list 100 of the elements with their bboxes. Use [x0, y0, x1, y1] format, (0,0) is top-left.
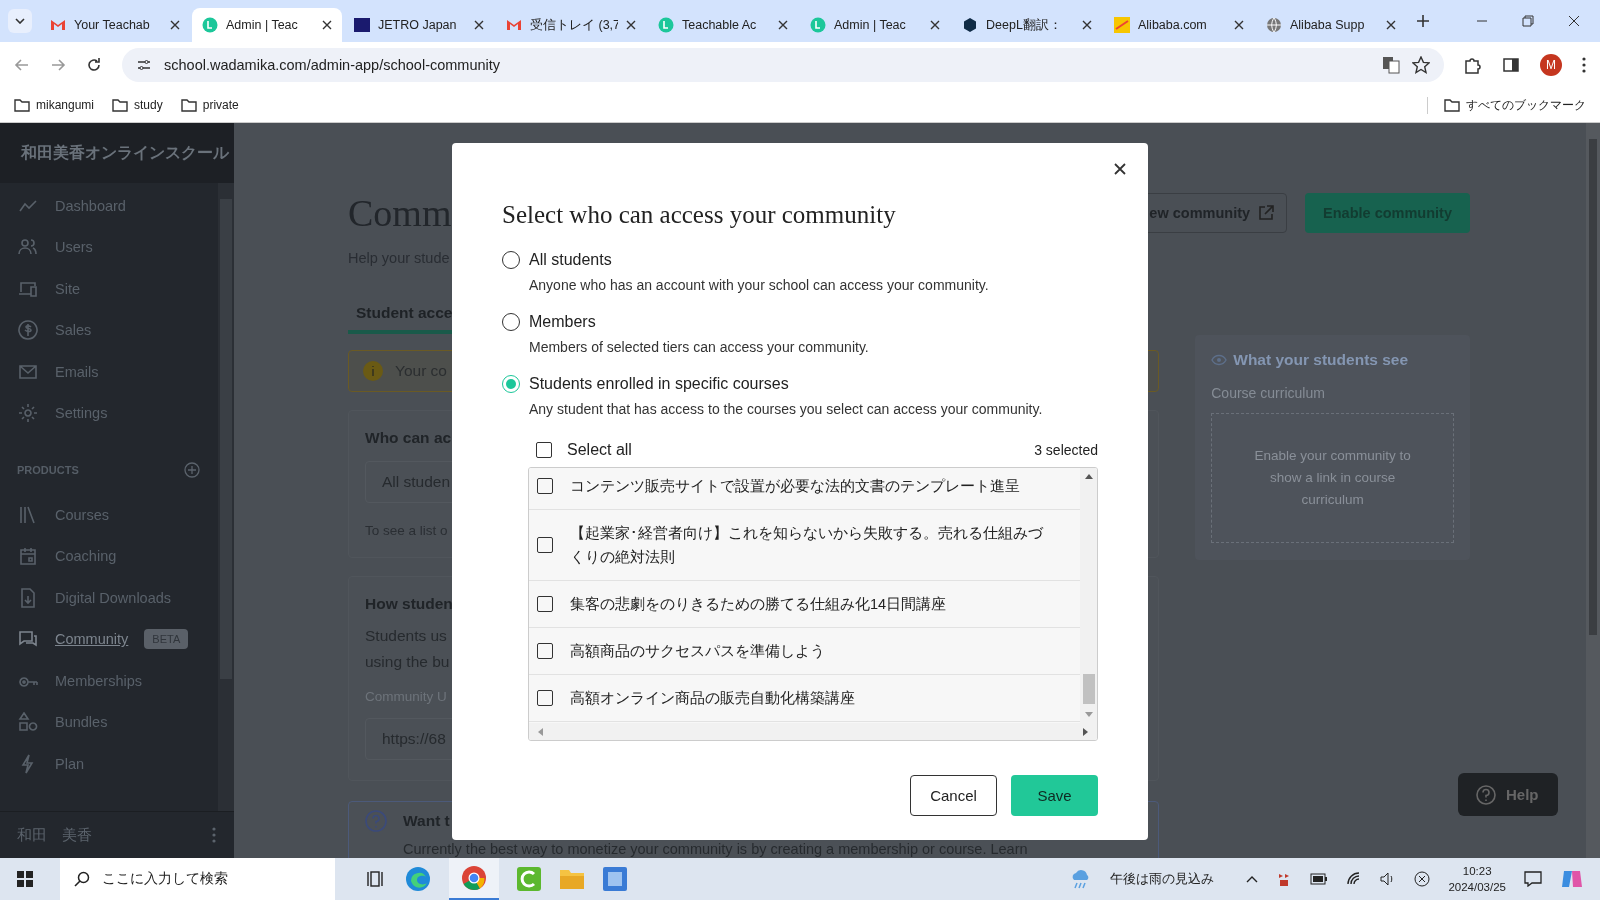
browser-tab[interactable]: Admin | Teac: [800, 8, 950, 42]
chevron-up-icon[interactable]: [1246, 875, 1259, 883]
taskbar-search-field[interactable]: ここに入力して検索: [60, 858, 335, 900]
restore-icon[interactable]: [1522, 15, 1534, 27]
close-icon[interactable]: [322, 20, 332, 30]
panel-heading: What your students see: [1233, 351, 1409, 369]
close-icon[interactable]: [1234, 20, 1244, 30]
bookmark-folder[interactable]: private: [180, 98, 239, 112]
cancel-circle-icon[interactable]: [1414, 871, 1431, 887]
bookmark-folder[interactable]: mikangumi: [14, 98, 95, 112]
site-icon: [1114, 17, 1130, 33]
profile-avatar[interactable]: M: [1540, 54, 1562, 76]
course-title[interactable]: 【起業家･経営者向け】これを知らないから失敗する。売れる仕組みづくりの絶対法則: [570, 521, 1050, 569]
mail-icon: [50, 17, 66, 33]
search-icon: [74, 871, 90, 887]
browser-tab[interactable]: Admin | Teac: [192, 8, 342, 42]
back-icon[interactable]: [14, 57, 30, 73]
browser-tab[interactable]: DeepL翻訳：: [952, 8, 1102, 42]
bookmark-folder[interactable]: study: [112, 98, 163, 112]
help-icon: [1476, 784, 1496, 805]
close-icon[interactable]: [1568, 15, 1580, 27]
browser-tab[interactable]: JETRO Japan: [344, 8, 494, 42]
browser-tab[interactable]: Teachable Ac: [648, 8, 798, 42]
save-button[interactable]: Save: [1011, 775, 1098, 816]
clock-time[interactable]: 10:23: [1462, 863, 1492, 879]
site-icon: [658, 17, 674, 33]
reload-icon[interactable]: [86, 57, 102, 73]
close-icon[interactable]: [1082, 20, 1092, 30]
weather-text[interactable]: 午後は雨の見込み: [1110, 870, 1215, 888]
close-icon[interactable]: [474, 20, 484, 30]
checkbox[interactable]: [537, 537, 553, 553]
close-icon[interactable]: [1386, 20, 1396, 30]
option-label[interactable]: Students enrolled in specific courses: [529, 375, 789, 393]
checkbox[interactable]: [537, 478, 553, 494]
option-label[interactable]: All students: [529, 251, 612, 269]
notification-icon[interactable]: [1524, 871, 1542, 887]
close-icon[interactable]: [1113, 162, 1127, 176]
checkbox[interactable]: [537, 596, 553, 612]
browser-tab[interactable]: Your Teachab: [40, 8, 190, 42]
dialog-title: Select who can access your community: [502, 201, 897, 229]
folder-icon: [14, 98, 30, 112]
close-icon[interactable]: [930, 20, 940, 30]
external-link-icon: [1258, 205, 1275, 221]
scrollbar[interactable]: [529, 723, 1097, 740]
course-title[interactable]: コンテンツ販売サイトで設置が必要な法的文書のテンプレート進呈: [570, 474, 1020, 498]
start-icon[interactable]: [16, 870, 34, 888]
checkbox[interactable]: [536, 442, 552, 458]
address-bar[interactable]: school.wadamika.com/admin-app/school-community: [122, 48, 1444, 82]
close-icon[interactable]: [778, 20, 788, 30]
all-bookmarks-folder[interactable]: すべてのブックマーク: [1427, 96, 1586, 114]
site-icon: [354, 17, 370, 33]
help-icon: [365, 810, 387, 832]
option-label[interactable]: Members: [529, 313, 596, 331]
school-name: 和田美香オンラインスクール: [0, 123, 234, 183]
side-panel-icon[interactable]: [1502, 56, 1520, 74]
browser-icon: [461, 865, 487, 891]
mail-icon: [506, 17, 522, 33]
scrollbar[interactable]: [1080, 468, 1097, 723]
settings-icon: [17, 403, 39, 424]
browser-tab[interactable]: Alibaba.com: [1104, 8, 1254, 42]
tab-search-icon[interactable]: [8, 9, 32, 33]
extensions-icon[interactable]: [1464, 56, 1482, 74]
star-icon[interactable]: [1412, 56, 1430, 74]
scroll-up-icon[interactable]: [1084, 473, 1093, 479]
eye-icon: [1211, 354, 1228, 366]
shapes-icon: [17, 712, 39, 733]
new-tab-icon[interactable]: [1416, 14, 1430, 28]
panel-label: Course curriculum: [1211, 385, 1326, 401]
sidebar-item[interactable]: Community: [0, 618, 129, 660]
close-icon[interactable]: [170, 20, 180, 30]
translate-icon[interactable]: [1382, 56, 1400, 74]
option-description: Members of selected tiers can access your community.: [529, 339, 870, 355]
scrollbar[interactable]: [218, 183, 234, 811]
forward-icon[interactable]: [50, 57, 66, 73]
site-settings-icon[interactable]: [136, 57, 152, 73]
add-icon[interactable]: [184, 462, 200, 478]
course-title[interactable]: 集客の悲劇をのりきるための勝てる仕組み化14日間講座: [570, 592, 947, 616]
clock-date[interactable]: 2024/03/25: [1448, 879, 1506, 895]
globe-icon: [1266, 17, 1282, 33]
browser-taskbar-button[interactable]: [449, 858, 499, 900]
browser-tab[interactable]: Alibaba Supp: [1256, 8, 1406, 42]
scroll-right-icon[interactable]: [1083, 727, 1089, 736]
cancel-button[interactable]: Cancel: [910, 775, 997, 816]
battery-icon[interactable]: [1310, 873, 1329, 885]
section-heading: PRODUCTS: [17, 464, 79, 476]
checkbox[interactable]: [537, 690, 553, 706]
folder-icon: [180, 98, 197, 112]
course-title[interactable]: 高額商品のサクセスパスを準備しよう: [570, 639, 825, 663]
scrollbar[interactable]: [1586, 123, 1600, 858]
edge-icon[interactable]: [405, 866, 431, 892]
info-icon: [363, 361, 383, 381]
menu-icon[interactable]: [1582, 57, 1586, 73]
option-description: Anyone who has an account with your school can access your community.: [529, 277, 990, 293]
placeholder-text: Enable your community to show a link in course curriculum: [1253, 447, 1412, 509]
course-title[interactable]: 高額オンライン商品の販売自動化構築講座: [570, 686, 855, 710]
select-all-label[interactable]: Select all: [567, 441, 632, 459]
more-icon[interactable]: [212, 827, 216, 843]
scrollbar-thumb[interactable]: [1082, 674, 1095, 704]
checkbox[interactable]: [537, 643, 553, 659]
close-icon[interactable]: [626, 20, 636, 30]
